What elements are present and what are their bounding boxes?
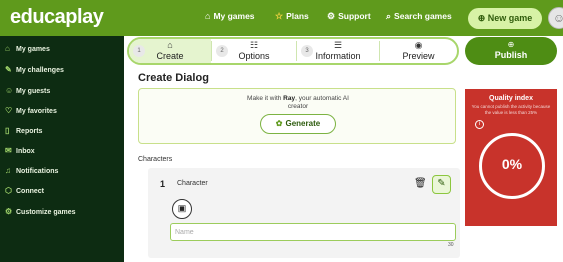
sparkle-icon: ✿ — [275, 119, 283, 128]
step-navigation: 1 ⌂ Create 2 ☷ Options 3 ☰ Information ◉… — [127, 37, 459, 65]
sidebar-item-label: Reports — [16, 128, 43, 135]
publish-button[interactable]: ⊕ Publish — [465, 37, 557, 65]
nav-my-games[interactable]: ⌂ My games — [205, 11, 255, 21]
nav-search-games[interactable]: ⌕ Search games — [386, 11, 452, 22]
new-game-button[interactable]: ⊕ New game — [468, 8, 542, 29]
connect-icon: ⬡ — [5, 186, 12, 195]
avatar[interactable]: ☺ — [548, 7, 563, 29]
nav-my-games-label: My games — [213, 11, 255, 21]
image-icon: ▣ — [177, 203, 187, 213]
step-label: Preview — [402, 51, 435, 61]
step-number: 2 — [216, 45, 228, 57]
step-information[interactable]: 3 ☰ Information — [297, 39, 379, 63]
edit-button[interactable]: ✎ — [432, 175, 451, 194]
new-game-icon: ⊕ — [477, 13, 486, 23]
sidebar-item-label: Notifications — [16, 168, 59, 175]
sidebar-item-reports[interactable]: ▯ Reports — [5, 126, 42, 135]
sidebar-item-inbox[interactable]: ✉ Inbox — [5, 146, 35, 155]
sidebar-item-label: Customize games — [16, 209, 76, 216]
sidebar-item-label: My guests — [16, 88, 51, 95]
games-icon: ⌂ — [5, 44, 10, 53]
ai-generate-panel: Make it with Ray, your automatic AI crea… — [138, 88, 456, 144]
sidebar-item-notifications[interactable]: ♫ Notifications — [5, 166, 58, 175]
publish-icon: ⊕ — [507, 40, 515, 49]
quality-index-panel: Quality index You cannot publish the act… — [465, 89, 557, 226]
quality-value: 0% — [501, 156, 523, 172]
generate-button[interactable]: ✿ Generate — [260, 114, 336, 134]
character-counter: 30 — [448, 242, 454, 248]
gear-icon: ⚙ — [327, 11, 336, 21]
step-create[interactable]: 1 ⌂ Create — [129, 39, 211, 63]
nav-plans[interactable]: ☆ Plans — [275, 11, 309, 22]
sidebar-item-label: My challenges — [16, 67, 64, 74]
character-name-input[interactable] — [170, 223, 456, 241]
bell-icon: ♫ — [5, 166, 11, 175]
home-icon: ⌂ — [205, 11, 211, 21]
reports-icon: ▯ — [5, 126, 10, 135]
ai-name: Ray — [283, 95, 296, 102]
quality-subtitle: You cannot publish the activity because … — [471, 104, 551, 115]
trash-icon[interactable]: 🗑 — [414, 178, 427, 189]
top-bar: educaplay ⌂ My games ☆ Plans ⚙ Support ⌕ Sea… — [0, 0, 563, 36]
nav-support-label: Support — [338, 11, 371, 21]
sidebar-item-label: Inbox — [16, 148, 35, 155]
ai-text-prefix: Make it with — [247, 95, 284, 102]
new-game-label: New game — [487, 13, 533, 23]
step-preview[interactable]: ◉ Preview — [380, 39, 457, 63]
characters-label: Characters — [138, 156, 173, 163]
sidebar-item-label: My games — [16, 46, 50, 53]
sidebar-item-my-games[interactable]: ⌂ My games — [5, 44, 50, 53]
step-number: 1 — [133, 45, 145, 57]
search-games-icon: ⌕ — [386, 11, 392, 21]
pencil-icon: ✎ — [437, 178, 446, 189]
character-row: 1 Character 🗑 ✎ — [148, 173, 460, 195]
nav-plans-label: Plans — [286, 11, 309, 21]
add-image-button[interactable]: ▣ — [172, 199, 192, 219]
sidebar: ⌂ My games ✎ My challenges ☺ My guests ♡ My … — [0, 36, 124, 262]
sidebar-item-connect[interactable]: ⬡ Connect — [5, 186, 44, 195]
ai-text-line2: creator — [287, 103, 309, 110]
step-number: 3 — [301, 45, 313, 57]
character-number: 1 — [160, 179, 166, 189]
generate-label: Generate — [285, 119, 321, 128]
ai-text-suffix: , your automatic AI — [295, 95, 349, 102]
quality-gauge: 0% — [479, 133, 545, 199]
user-icon: ☺ — [552, 11, 563, 25]
character-name: Character — [177, 180, 208, 187]
challenges-icon: ✎ — [5, 65, 12, 74]
sidebar-item-my-challenges[interactable]: ✎ My challenges — [5, 65, 64, 74]
inbox-icon: ✉ — [5, 146, 12, 155]
eye-icon: ◉ — [414, 40, 423, 50]
educaplay-logo[interactable]: educaplay — [10, 6, 104, 29]
guests-icon: ☺ — [5, 86, 14, 95]
sidebar-item-customize-games[interactable]: ⚙ Customize games — [5, 207, 76, 216]
nav-search-games-label: Search games — [394, 11, 452, 21]
page-title: Create Dialog — [138, 72, 209, 84]
customize-icon: ⚙ — [5, 207, 13, 216]
info-icon[interactable]: i — [475, 120, 484, 129]
sidebar-item-label: My favorites — [16, 108, 57, 115]
nav-support[interactable]: ⚙ Support — [327, 11, 371, 22]
star-icon: ☆ — [275, 11, 284, 21]
sidebar-item-my-guests[interactable]: ☺ My guests — [5, 86, 50, 95]
step-options[interactable]: 2 ☷ Options — [212, 39, 296, 63]
quality-title: Quality index — [489, 95, 533, 102]
publish-label: Publish — [494, 50, 528, 60]
sidebar-item-my-favorites[interactable]: ♡ My favorites — [5, 106, 57, 115]
heart-icon: ♡ — [5, 106, 13, 115]
ai-description: Make it with Ray, your automatic AI crea… — [139, 95, 457, 111]
sidebar-item-label: Connect — [16, 188, 44, 195]
